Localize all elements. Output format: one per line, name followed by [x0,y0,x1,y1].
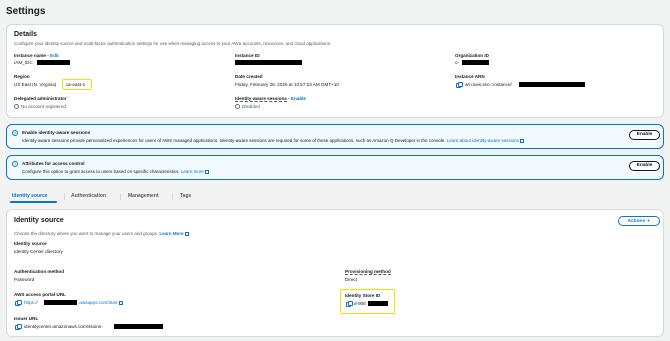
tab-authentication[interactable]: Authentication [71,193,106,199]
instance-name-value: IAM_IDC [14,60,33,65]
region-value: US East (N. Virginia) [14,82,57,87]
identity-aware-enable-link[interactable]: Enable [291,96,306,101]
issuer-url-value: identitycenter.amazonaws.com/ssoins- [24,324,103,329]
redacted-block [462,60,489,65]
details-card: Details Configure your identity source a… [6,24,664,118]
external-link-icon [184,231,189,236]
identity-source-card: Identity source Choose the directory whe… [6,209,664,337]
delegated-admin-value: No account registered [21,104,66,109]
instance-name-edit-link[interactable]: Edit [50,53,59,58]
copy-icon[interactable] [15,300,22,306]
identity-source-description: Choose the directory where you want to m… [14,231,189,236]
region-label: Region [14,74,30,79]
tab-tags[interactable]: Tags [180,193,191,199]
redacted-block [519,82,585,87]
instance-id-label: Instance ID [235,53,260,58]
portal-url-suffix[interactable]: .awsapps.com/start [78,300,123,305]
enable-attributes-button[interactable]: Enable [629,161,660,171]
date-created-label: Date created [235,74,263,79]
identity-source-value: Identity Center directory [14,249,63,254]
tab-divider [64,193,65,200]
learn-more-link[interactable]: Learn More [159,231,183,236]
page-title: Settings [6,6,46,17]
instance-arn-value: arn:aws:sso:::instance/ [465,82,512,87]
external-link-icon [118,300,123,305]
alert-title: Attributes for access control [22,161,85,166]
identity-store-highlight [340,289,395,314]
tab-divider [120,193,121,200]
organization-id-value: o- [455,60,460,65]
tab-divider [172,193,173,200]
caret-down-icon: ▼ [646,218,651,223]
learn-more-link[interactable]: Learn more [181,169,204,174]
external-link-icon [204,169,209,174]
date-created-value: Friday, February 28, 2025 at 10:57:23 AM… [235,82,339,87]
learn-identity-aware-link[interactable]: Learn about identity-aware sessions [447,138,519,143]
provisioning-method-value: Direct [345,277,357,282]
instance-arn-label: Instance ARN [455,74,485,79]
portal-url-prefix[interactable]: https:// [24,300,38,305]
issuer-url-label: Issuer URL [14,316,39,321]
redacted-block [37,60,70,65]
attributes-alert: i Attributes for access control Configur… [6,155,664,180]
identity-source-title: Identity source [14,217,64,224]
organization-id-label: Organization ID [455,53,489,58]
identity-aware-value: Disabled [242,104,260,109]
provisioning-method-label: Provisioning method [345,269,391,275]
identity-aware-alert: i Enable identity-aware sessions Identit… [6,124,664,149]
details-description: Configure your identity source and multi… [14,41,332,46]
delegated-admin-label: Delegated administrator [14,96,67,101]
copy-icon[interactable] [15,324,22,330]
copy-icon[interactable] [456,82,463,88]
info-icon: i [12,161,18,167]
info-icon: i [12,130,18,136]
portal-url-label: AWS access portal URL [14,292,66,297]
instance-name-label: Instance name - Edit [14,53,59,58]
external-link-icon [519,138,524,143]
region-highlight [62,79,92,90]
enable-identity-aware-button[interactable]: Enable [629,130,660,140]
active-tab-indicator [10,201,57,203]
tab-management[interactable]: Management [128,193,159,199]
redacted-block [235,60,302,65]
actions-dropdown-button[interactable]: Actions ▼ [618,216,660,226]
status-info-icon [14,104,19,109]
alert-title: Enable identity-aware sessions [22,130,91,135]
details-title: Details [14,31,37,38]
alert-body: Configure this option to grant access to… [22,169,209,174]
auth-method-label: Authentication method [14,269,65,274]
identity-source-label: Identity source [14,241,47,246]
alert-body: Identity-aware sessions provide personal… [22,138,524,143]
identity-aware-label: Identity-aware sessions - Enable [235,96,306,102]
tab-identity-source[interactable]: Identity source [12,193,48,199]
redacted-block [114,324,163,329]
redacted-block [44,300,77,305]
disabled-status-icon [235,104,240,109]
auth-method-value: Password [14,277,35,282]
